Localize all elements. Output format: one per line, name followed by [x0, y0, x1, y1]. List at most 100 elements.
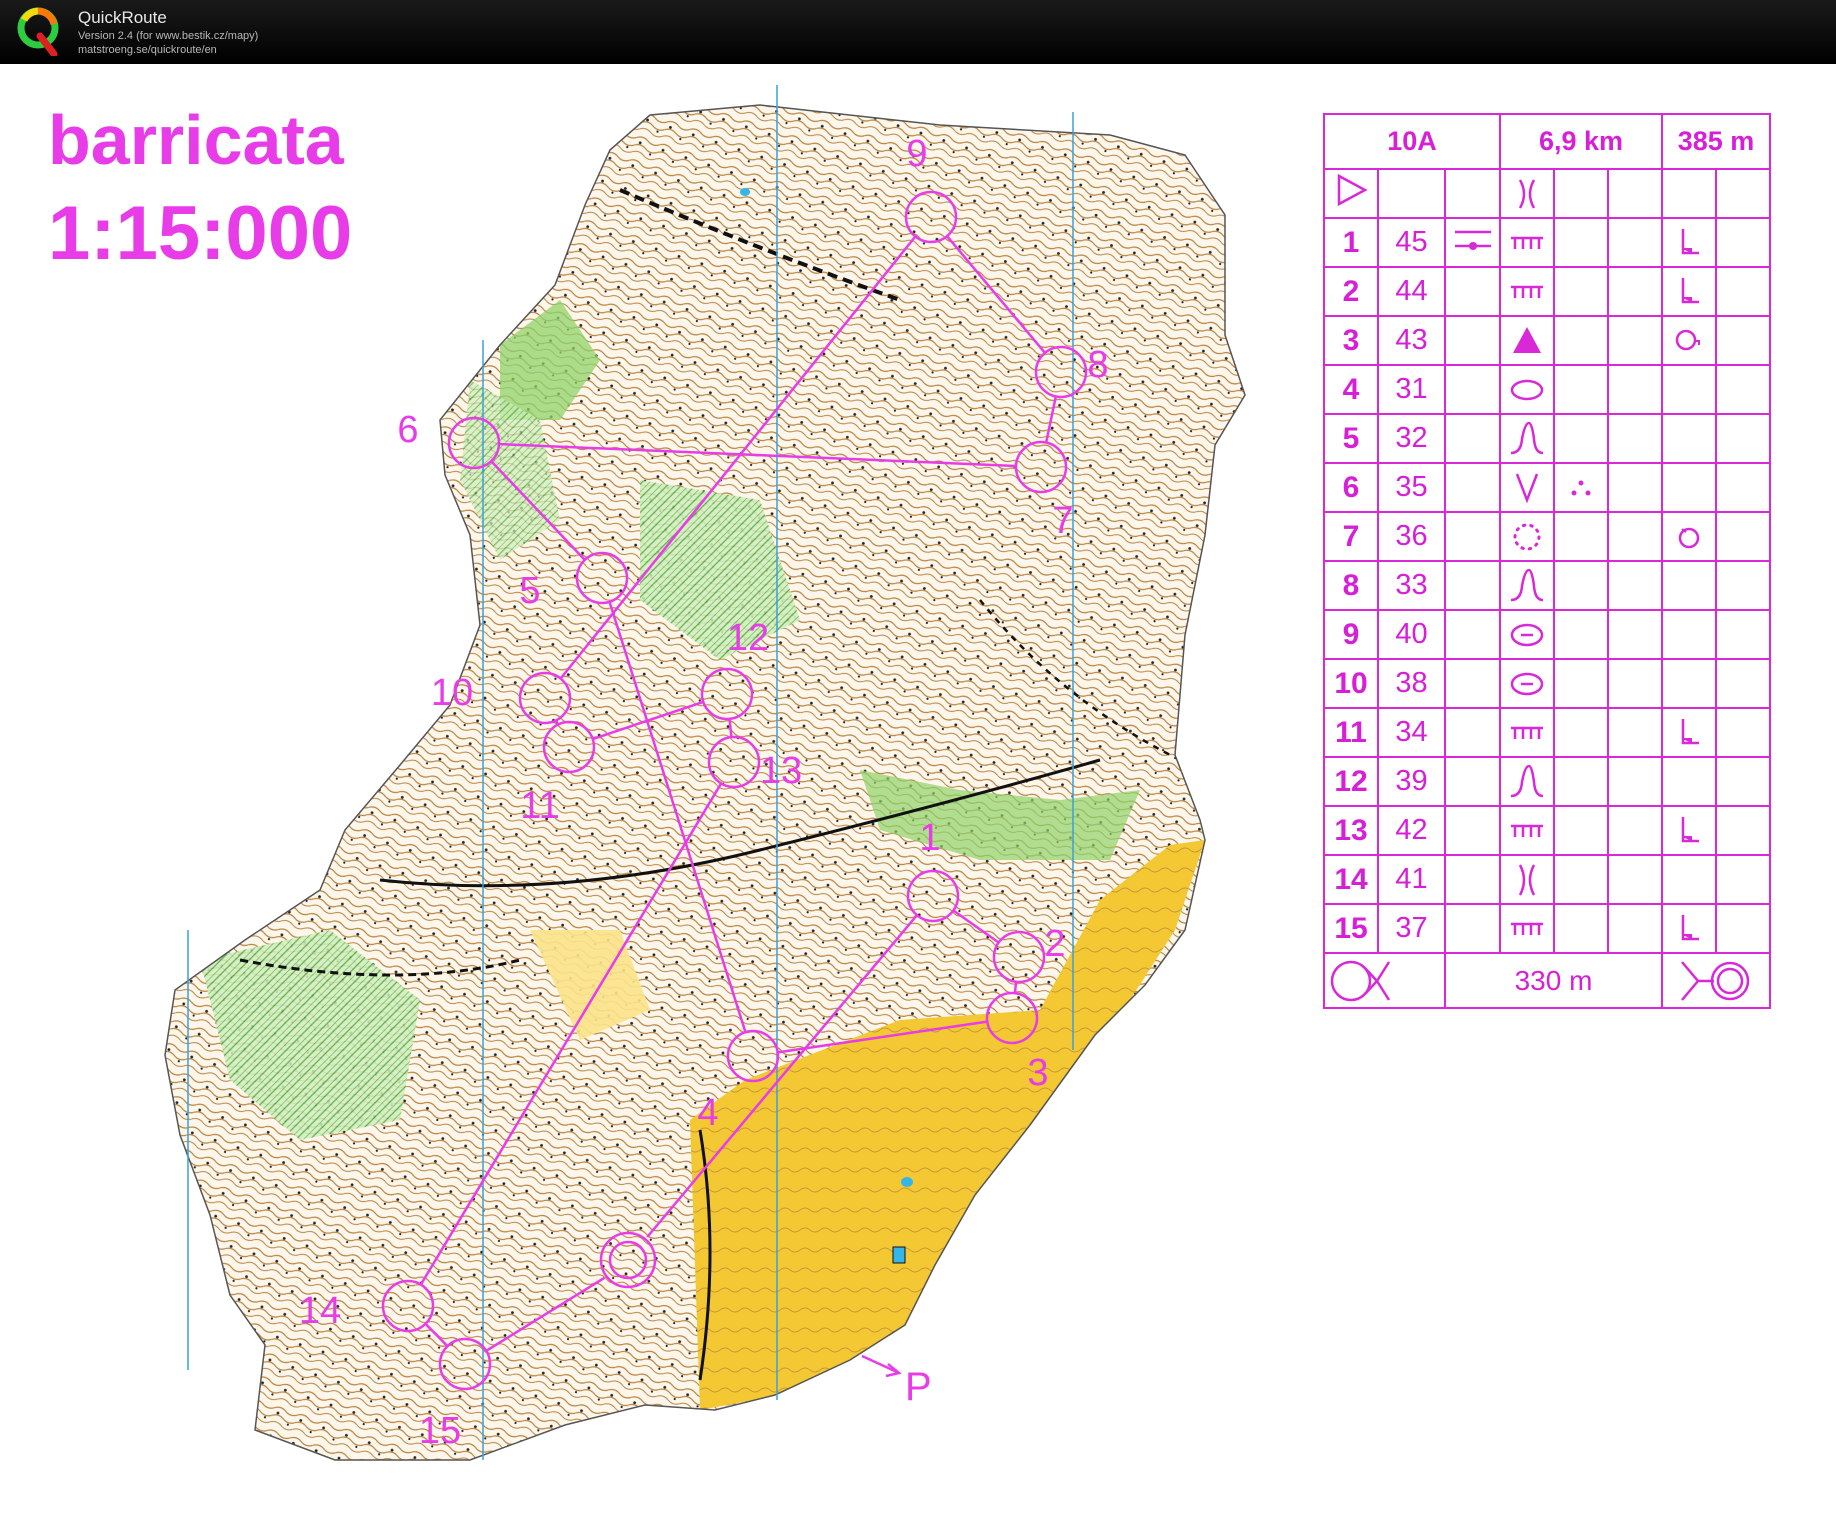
- empty-cell: [1444, 707, 1501, 758]
- course-climb: 385 m: [1661, 113, 1771, 170]
- empty-cell: [1661, 854, 1717, 905]
- control-number-7: 7: [1052, 500, 1073, 542]
- control-row-12: 12 39: [1323, 756, 1771, 807]
- gap-icon: [1499, 854, 1555, 905]
- dotted-circle-icon: [1499, 511, 1555, 562]
- empty-cell: [1715, 266, 1771, 317]
- empty-cell: [1444, 364, 1501, 415]
- control-number-12: 12: [727, 617, 769, 659]
- empty-cell: [1553, 315, 1609, 366]
- control-number: 9: [1323, 609, 1379, 660]
- empty-cell: [1607, 658, 1663, 709]
- app-header: QuickRoute Version 2.4 (for www.bestik.c…: [0, 0, 1836, 64]
- empty-cell: [1444, 266, 1501, 317]
- empty-cell: [1715, 903, 1771, 954]
- app-url[interactable]: matstroeng.se/quickroute/en: [78, 44, 217, 56]
- empty-cell: [1661, 364, 1717, 415]
- empty-cell: [1553, 364, 1609, 415]
- control-number: 6: [1323, 462, 1379, 513]
- control-row-11: 11 34: [1323, 707, 1771, 758]
- empty-cell: [1607, 413, 1663, 464]
- empty-cell: [1607, 511, 1663, 562]
- control-row-1: 1 45: [1323, 217, 1771, 268]
- control-row-7: 7 36: [1323, 511, 1771, 562]
- water-point: [901, 1177, 913, 1187]
- empty-cell: [1607, 462, 1663, 513]
- course-length: 6,9 km: [1499, 113, 1663, 170]
- empty-cell: [1444, 462, 1501, 513]
- empty-cell: [1607, 560, 1663, 611]
- parking-label: P: [905, 1365, 932, 1409]
- control-row-4: 4 31: [1323, 364, 1771, 415]
- empty-cell: [1715, 756, 1771, 807]
- control-description-sheet: 10A 6,9 km 385 m 1 45 2 44 3 43 4 31 5 32 6 35 7 36 8 3…: [1323, 113, 1771, 1009]
- empty-cell: [1553, 805, 1609, 856]
- control-number-9: 9: [906, 133, 927, 175]
- comb-icon: [1499, 805, 1555, 856]
- empty-cell: [1607, 266, 1663, 317]
- control-number: 5: [1323, 413, 1379, 464]
- small-circle-icon: [1661, 511, 1717, 562]
- ellipse-dash-icon: [1499, 658, 1555, 709]
- finish-icon: [1661, 952, 1771, 1009]
- control-row-5: 5 32: [1323, 413, 1771, 464]
- control-number-2: 2: [1044, 923, 1065, 965]
- map-scale: 1:15:000: [48, 191, 353, 276]
- gap-icon: [1499, 168, 1555, 219]
- empty-cell: [1553, 511, 1609, 562]
- control-code: 32: [1377, 413, 1446, 464]
- app-title: QuickRoute: [78, 8, 167, 27]
- control-number-15: 15: [419, 1410, 461, 1452]
- control-number: 3: [1323, 315, 1379, 366]
- empty-cell: [1607, 854, 1663, 905]
- empty-cell: [1444, 903, 1501, 954]
- empty-cell: [1661, 756, 1717, 807]
- control-number-10: 10: [431, 672, 473, 714]
- comb-icon: [1499, 903, 1555, 954]
- control-row-10: 10 38: [1323, 658, 1771, 709]
- empty-cell: [1607, 805, 1663, 856]
- course-header-row: 10A 6,9 km 385 m: [1323, 113, 1771, 170]
- knoll-icon: [1499, 560, 1555, 611]
- control-number-4: 4: [697, 1092, 718, 1134]
- foot-corner-icon: [1661, 707, 1717, 758]
- control-number-6: 6: [397, 409, 418, 451]
- control-code: 39: [1377, 756, 1446, 807]
- empty-cell: [1715, 511, 1771, 562]
- control-code: 35: [1377, 462, 1446, 513]
- control-number: 11: [1323, 707, 1379, 758]
- comb-icon: [1499, 217, 1555, 268]
- start-row: [1323, 168, 1771, 219]
- empty-cell: [1553, 609, 1609, 660]
- empty-cell: [1444, 854, 1501, 905]
- control-number: 2: [1323, 266, 1379, 317]
- control-code: 37: [1377, 903, 1446, 954]
- empty-cell: [1715, 609, 1771, 660]
- empty-cell: [1444, 658, 1501, 709]
- quickroute-logo-icon: [17, 7, 59, 56]
- empty-cell: [1553, 217, 1609, 268]
- empty-cell: [1553, 707, 1609, 758]
- control-code: 34: [1377, 707, 1446, 758]
- control-number: 4: [1323, 364, 1379, 415]
- empty-cell: [1607, 707, 1663, 758]
- empty-cell: [1715, 413, 1771, 464]
- empty-cell: [1607, 609, 1663, 660]
- empty-cell: [1444, 560, 1501, 611]
- course-leg: [1013, 981, 1018, 994]
- triangle-icon: [1499, 315, 1555, 366]
- control-code: 41: [1377, 854, 1446, 905]
- empty-cell: [1553, 560, 1609, 611]
- foot-corner-icon: [1661, 805, 1717, 856]
- control-number-14: 14: [299, 1290, 341, 1332]
- start-triangle-icon: [1323, 168, 1379, 219]
- control-code: 42: [1377, 805, 1446, 856]
- control-number-11: 11: [520, 785, 559, 827]
- empty-cell: [1444, 805, 1501, 856]
- leave-control-icon: [1323, 952, 1446, 1009]
- empty-cell: [1553, 854, 1609, 905]
- control-number-8: 8: [1087, 344, 1108, 386]
- control-row-13: 13 42: [1323, 805, 1771, 856]
- empty-cell: [1715, 707, 1771, 758]
- app-version: Version 2.4 (for www.bestik.cz/mapy): [78, 30, 259, 42]
